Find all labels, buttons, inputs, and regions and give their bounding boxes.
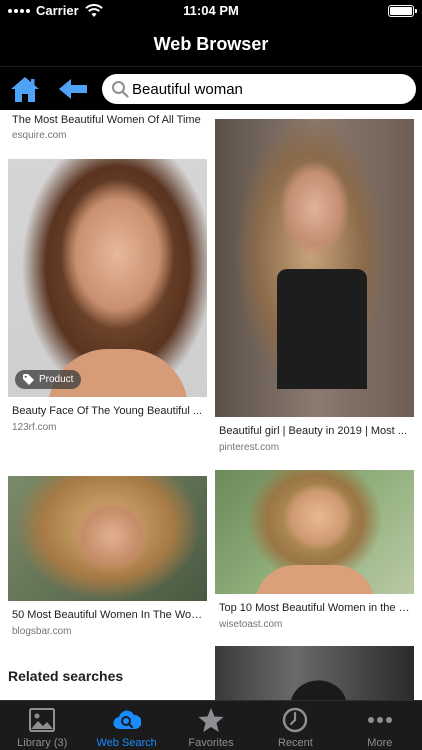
tab-label: Library (3) [17,737,68,749]
battery-icon [388,5,417,17]
tab-label: Recent [277,737,313,749]
tab-library[interactable]: Library (3) [0,701,84,750]
related-searches-heading: Related searches [8,668,124,684]
star-icon [198,708,224,732]
product-badge: Product [15,370,82,389]
result-card[interactable]: Product Beauty Face Of The Young Beautif… [8,159,207,433]
result-image[interactable] [215,119,414,417]
tab-recent[interactable]: Recent [253,701,337,750]
result-image[interactable] [8,476,207,601]
tab-label: Favorites [188,737,234,749]
result-title: 50 Most Beautiful Women In The Worl... [12,609,203,621]
result-title: Top 10 Most Beautiful Women in the W... [219,602,410,614]
tab-label: Web Search [96,737,157,749]
result-title: The Most Beautiful Women Of All Time [12,114,201,126]
tab-label: More [367,737,393,749]
result-image[interactable] [215,470,414,594]
product-badge-label: Product [39,374,74,385]
status-time: 11:04 PM [183,3,239,18]
tab-web-search[interactable]: Web Search [84,701,168,750]
shirt-shape [277,269,367,389]
shoulders-shape [255,565,375,594]
tab-bar: Library (3) Web Search Favorites Recent … [0,700,422,750]
tab-more[interactable]: More [338,701,422,750]
browser-toolbar [0,66,422,110]
result-source: esquire.com [12,130,67,141]
tab-favorites[interactable]: Favorites [169,701,253,750]
result-card[interactable]: Beautiful girl | Beauty in 2019 | Most .… [215,119,414,453]
search-field[interactable] [102,74,416,104]
result-card[interactable]: The Most Beautiful Women Of All Time esq… [12,114,207,141]
result-image[interactable] [215,646,414,700]
result-title: Beauty Face Of The Young Beautiful ... [12,405,202,417]
photo-library-icon [29,708,56,732]
cloud-search-icon [113,710,141,730]
clock-icon [283,707,308,733]
result-card[interactable]: Top 10 Most Beautiful Women in the W... … [215,470,414,630]
status-bar: Carrier 11:04 PM [0,0,422,22]
result-source: blogsbar.com [12,626,72,637]
result-title: Beautiful girl | Beauty in 2019 | Most .… [219,425,407,437]
back-arrow-icon[interactable] [58,77,88,101]
result-source: wisetoast.com [219,619,283,630]
navigation-title-bar: Web Browser [0,22,422,66]
result-source: 123rf.com [12,422,57,433]
result-source: pinterest.com [219,442,280,453]
search-icon [112,81,129,98]
tag-icon [23,374,34,385]
result-card[interactable]: 50 Most Beautiful Women In The Worl... b… [8,476,207,637]
page-title: Web Browser [153,33,269,54]
search-input[interactable] [132,80,402,98]
result-image[interactable]: Product [8,159,207,397]
home-icon[interactable] [10,75,40,103]
search-results: The Most Beautiful Women Of All Time esq… [0,110,422,700]
more-dots-icon [367,717,392,723]
